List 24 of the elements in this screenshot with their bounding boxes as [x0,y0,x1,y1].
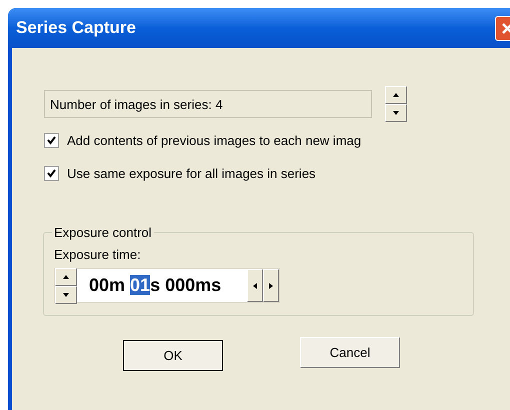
dialog-button[interactable]: Cancel [300,337,400,368]
down-arrow-icon [392,110,400,116]
checkbox-label: Use same exposure for all images in series [67,164,316,183]
time-value: 00m 01s 000ms [89,274,222,297]
spin-right-button[interactable] [263,269,279,302]
left-arrow-icon [252,282,258,290]
right-arrow-icon [268,282,274,290]
spin-up-button[interactable] [55,268,77,286]
spin-left-button[interactable] [247,269,263,302]
spin-down-button[interactable] [385,104,407,122]
spin-down-button[interactable] [55,286,77,304]
checkbox[interactable] [44,133,59,148]
spin-up-button[interactable] [385,86,407,104]
window-title: Series Capture [16,17,136,40]
checkbox[interactable] [44,166,59,181]
up-arrow-icon [62,274,70,280]
exposure-time-label: Exposure time: [54,246,142,264]
checkbox-label: Add contents of previous images to each new imag [67,132,362,150]
exposure-time-field[interactable]: 00m 01s 000ms [54,268,280,303]
up-arrow-icon [392,92,400,98]
group-title: Exposure control [53,224,153,242]
dialog-button[interactable]: OK [123,340,223,371]
images-count-field[interactable]: Number of images in series: 4 [44,90,372,118]
down-arrow-icon [62,292,70,298]
